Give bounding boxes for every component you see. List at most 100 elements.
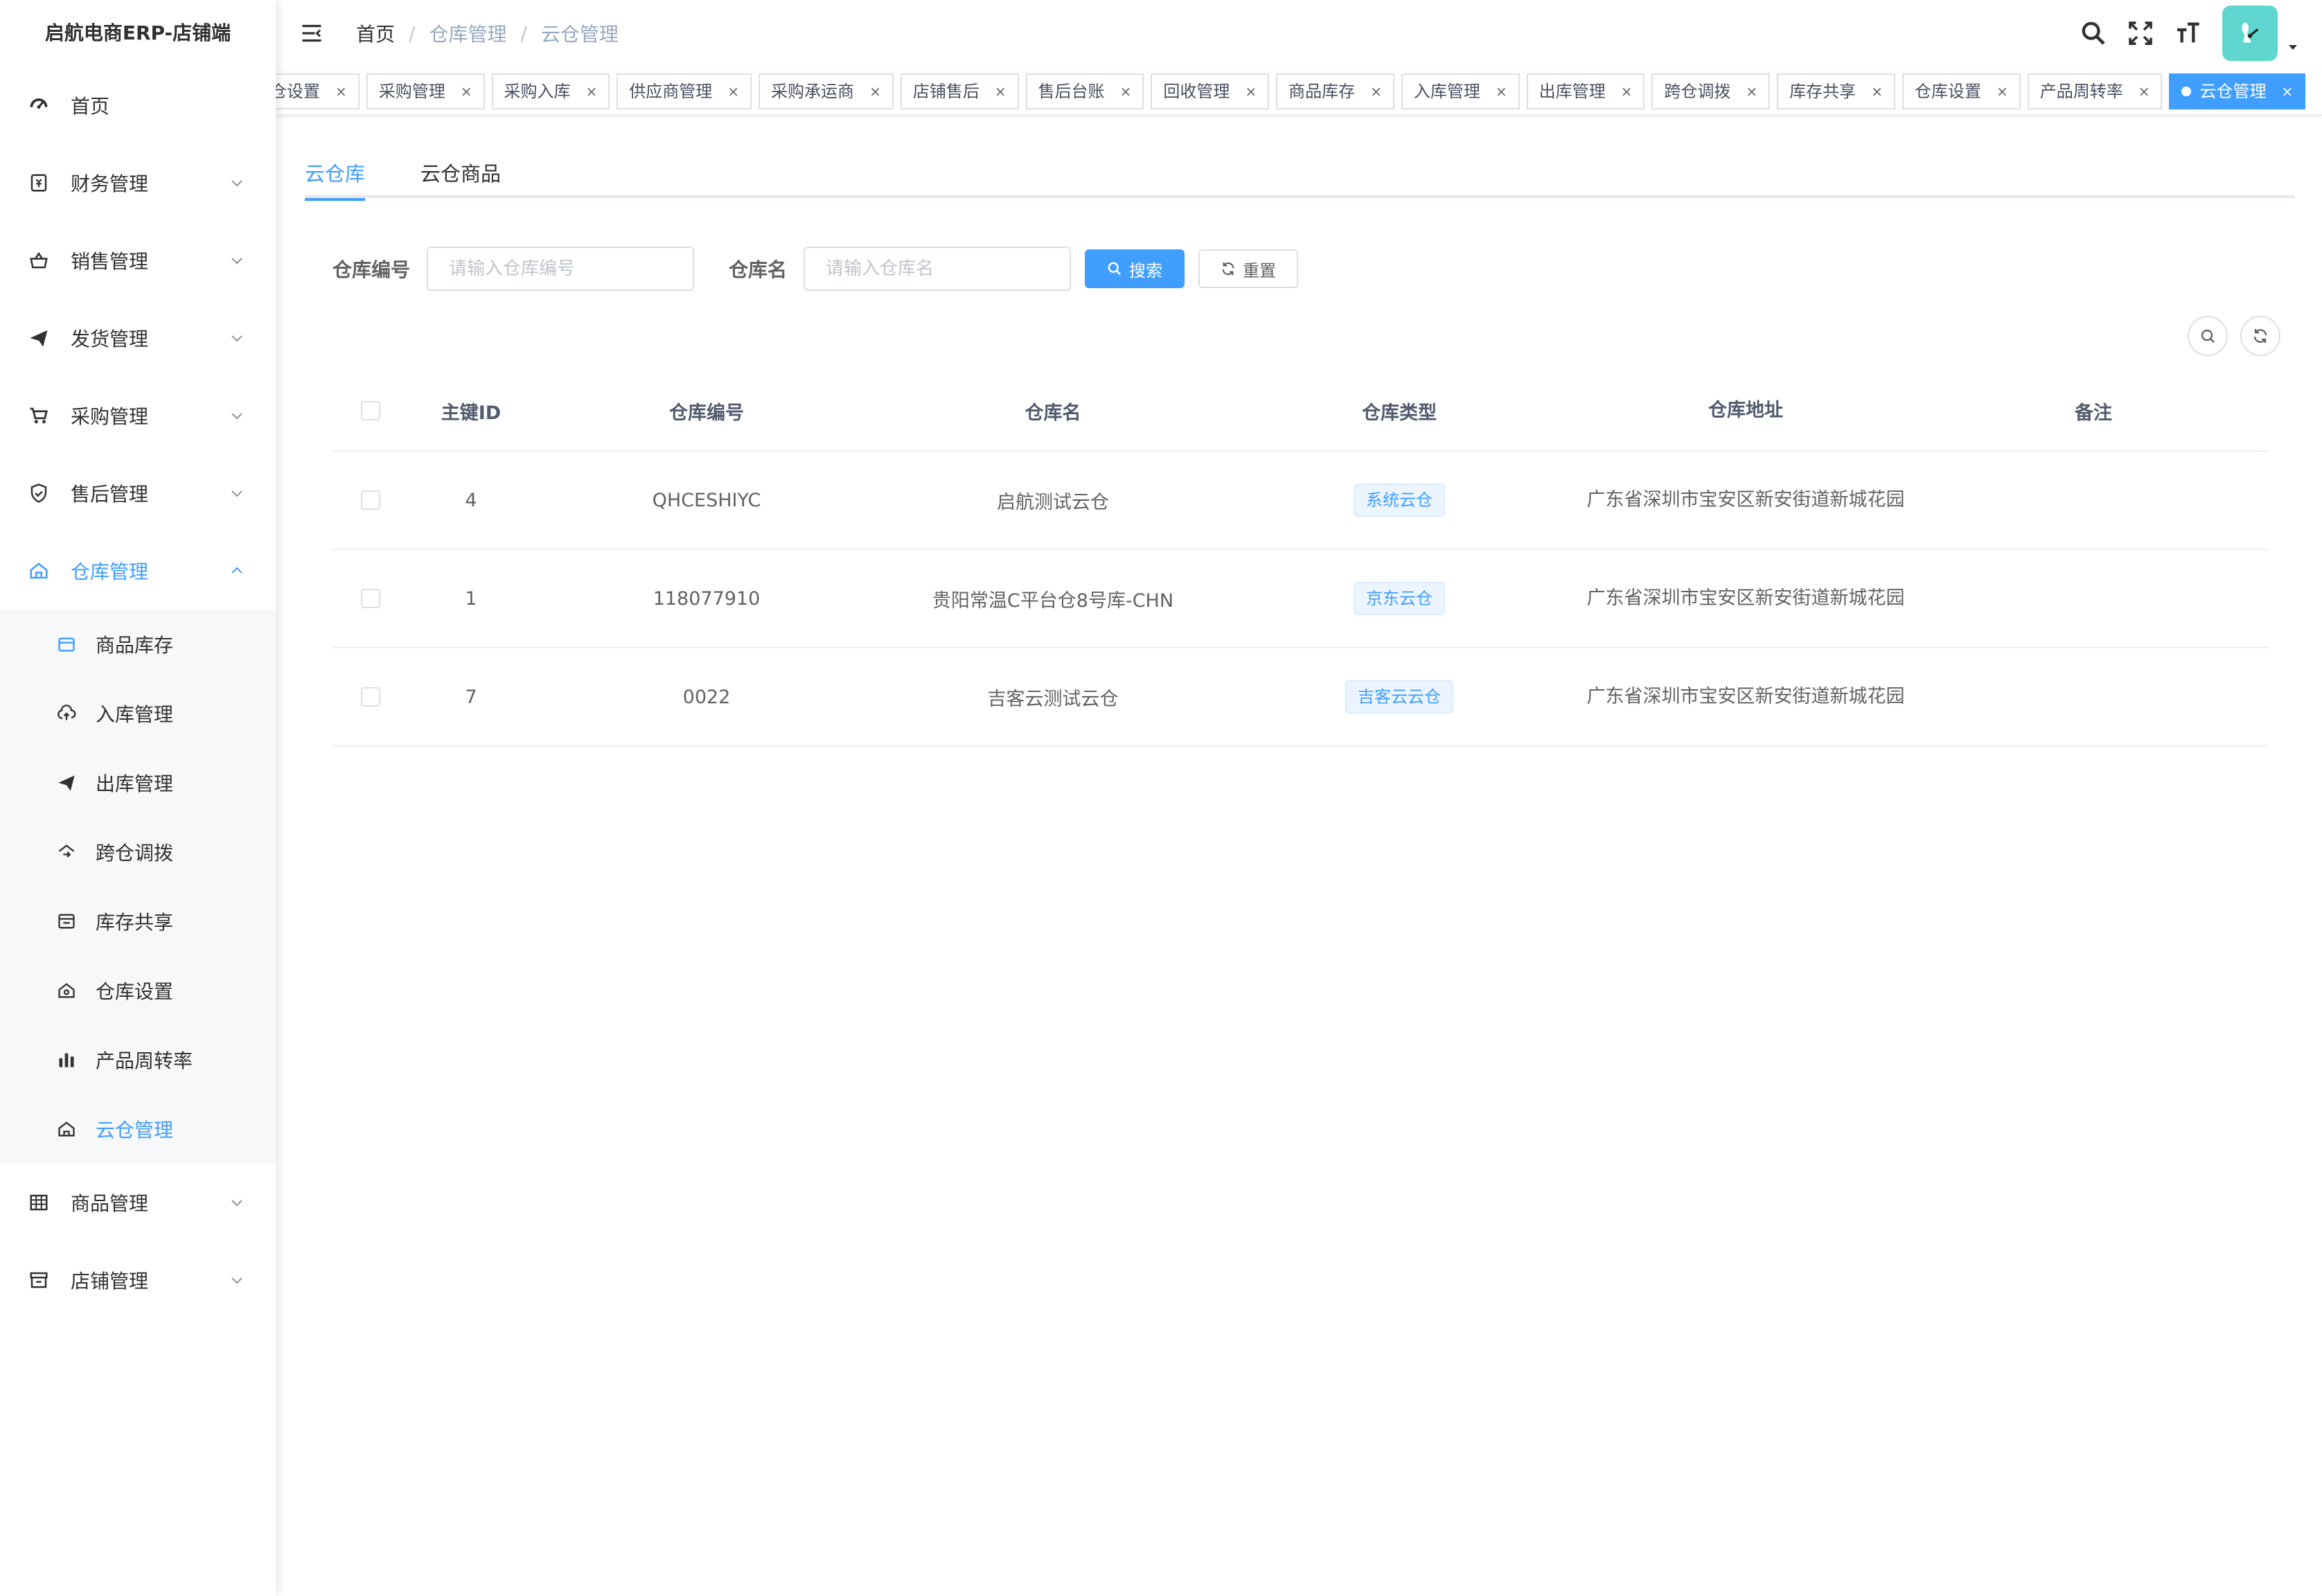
sidebar-item-inventory[interactable]: 商品库存 (0, 610, 276, 679)
tag-item[interactable]: 入库管理 × (1401, 73, 1520, 109)
tag-item[interactable]: 采购管理 × (366, 73, 485, 109)
tag-item[interactable]: 仓库设置 × (1902, 73, 2021, 109)
close-icon[interactable]: × (1746, 74, 1757, 109)
sidebar-item-cloud-warehouse[interactable]: 云仓管理 (0, 1094, 276, 1164)
cell-address: 广东省深圳市宝安区新安街道新城花园 (1586, 686, 1905, 707)
row-checkbox[interactable] (361, 687, 380, 707)
close-icon[interactable]: × (586, 74, 598, 109)
column-header: 仓库类型 (1362, 402, 1437, 424)
tag-label: 跨仓调拨 (1664, 82, 1731, 101)
table-row[interactable]: 7 0022 吉客云测试云仓 吉客云云仓 广东省深圳市宝安区新安街道新城花园 (333, 648, 2268, 747)
font-size-icon[interactable] (2172, 18, 2203, 48)
cell-address: 广东省深圳市宝安区新安街道新城花园 (1586, 489, 1905, 511)
tag-item[interactable]: 采购入库 × (491, 73, 610, 109)
sidebar-item-store[interactable]: 店铺管理 (0, 1241, 276, 1319)
tag-item[interactable]: 采购承运商 × (759, 73, 894, 109)
store-icon (28, 1269, 50, 1291)
toggle-search-button[interactable] (2188, 316, 2228, 356)
tag-label: 采购管理 (378, 82, 445, 101)
tag-label: 售后台账 (1038, 82, 1105, 101)
row-checkbox[interactable] (361, 490, 380, 510)
column-header: 备注 (2075, 402, 2112, 424)
tag-item[interactable]: 跨仓调拨 × (1651, 73, 1771, 109)
sidebar-item-outbound[interactable]: 出库管理 (0, 748, 276, 817)
tab-cloud-products[interactable]: 云仓商品 (420, 150, 501, 198)
table-header: 主键ID 仓库编号 仓库名 仓库类型 仓库地址 备注 (333, 371, 2268, 452)
sidebar-item-inbound[interactable]: 入库管理 (0, 679, 276, 748)
sidebar-item-label: 云仓管理 (96, 1119, 174, 1142)
close-icon[interactable]: × (995, 74, 1007, 109)
close-icon[interactable]: × (1496, 74, 1507, 109)
tag-item[interactable]: 仓设置 × (276, 73, 360, 109)
row-select-cell (333, 589, 409, 608)
refresh-icon (2253, 329, 2267, 343)
select-all-checkbox[interactable] (361, 401, 380, 420)
close-icon[interactable]: × (2281, 74, 2293, 109)
close-icon[interactable]: × (335, 74, 347, 109)
sidebar-item-purchase[interactable]: 采购管理 (0, 377, 276, 454)
close-icon[interactable]: × (1120, 74, 1132, 109)
sidebar-item-label: 入库管理 (96, 703, 174, 726)
tag-item[interactable]: 供应商管理 × (617, 73, 752, 109)
sidebar-item-label: 跨仓调拨 (96, 842, 174, 864)
sidebar-item-stock-share[interactable]: 库存共享 (0, 887, 276, 956)
fullscreen-icon[interactable] (2125, 18, 2156, 48)
tags-view-list: 仓设置×采购管理×采购入库×供应商管理×采购承运商×店铺售后×售后台账×回收管理… (276, 73, 2312, 109)
tag-label: 回收管理 (1163, 82, 1230, 101)
warehouse-name-input[interactable] (804, 247, 1072, 291)
tag-item[interactable]: 商品库存 × (1276, 73, 1394, 109)
tag-item[interactable]: 售后台账 × (1025, 73, 1144, 109)
sidebar-item-transfer[interactable]: 跨仓调拨 (0, 817, 276, 887)
cell-name: 启航测试云仓 (997, 491, 1109, 513)
column-header: 仓库编号 (669, 402, 744, 424)
sidebar-item-warehouse[interactable]: 仓库管理 (0, 532, 276, 610)
close-icon[interactable]: × (1370, 74, 1382, 109)
tab-cloud-warehouse[interactable]: 云仓库 (305, 150, 366, 201)
cell-id: 4 (465, 489, 477, 511)
sidebar-item-aftersales[interactable]: 售后管理 (0, 454, 276, 532)
row-checkbox[interactable] (361, 589, 380, 608)
close-icon[interactable]: × (461, 74, 472, 109)
sidebar-item-label: 仓库设置 (96, 980, 174, 1003)
column-header: 仓库地址 (1708, 400, 1783, 421)
tag-item[interactable]: 回收管理 × (1151, 73, 1270, 109)
close-icon[interactable]: × (1871, 74, 1883, 109)
avatar[interactable] (2222, 6, 2278, 61)
sidebar-item-shipping[interactable]: 发货管理 (0, 299, 276, 377)
close-icon[interactable]: × (869, 74, 881, 109)
tag-item[interactable]: 产品周转率 × (2027, 73, 2163, 109)
avatar-image-icon (2242, 22, 2259, 43)
close-icon[interactable]: × (1621, 74, 1633, 109)
sidebar-item-home[interactable]: 首页 (0, 66, 276, 144)
breadcrumb-home[interactable]: 首页 (356, 19, 395, 47)
search-icon[interactable] (2078, 18, 2109, 48)
sidebar-item-product[interactable]: 商品管理 (0, 1164, 276, 1241)
search-button[interactable]: 搜索 (1085, 249, 1185, 288)
table-row[interactable]: 1 118077910 贵阳常温C平台仓8号库-CHN 京东云仓 广东省深圳市宝… (333, 550, 2268, 648)
refresh-icon (1222, 262, 1234, 276)
top-navbar: 首页 / 仓库管理 / 云仓管理 (276, 0, 2322, 66)
tag-item[interactable]: 店铺售后 × (900, 73, 1019, 109)
caret-down-icon[interactable] (2285, 39, 2301, 55)
tag-item[interactable]: 出库管理 × (1526, 73, 1645, 109)
warehouse-code-input[interactable] (427, 247, 695, 291)
reset-button[interactable]: 重置 (1198, 249, 1299, 288)
table-row[interactable]: 4 QHCESHIYC 启航测试云仓 系统云仓 广东省深圳市宝安区新安街道新城花… (333, 452, 2268, 550)
sidebar-item-turnover[interactable]: 产品周转率 (0, 1025, 276, 1094)
sidebar-item-finance[interactable]: 财务管理 (0, 144, 276, 222)
close-icon[interactable]: × (1245, 74, 1257, 109)
warehouse-type-tag: 吉客云云仓 (1345, 680, 1453, 713)
close-icon[interactable]: × (727, 74, 739, 109)
app-logo-title: 启航电商ERP-店铺端 (44, 21, 231, 44)
sidebar-item-sales[interactable]: 销售管理 (0, 222, 276, 299)
close-icon[interactable]: × (2138, 74, 2150, 109)
cell-type: 系统云仓 (1226, 484, 1572, 517)
refresh-table-button[interactable] (2240, 316, 2280, 356)
search-form: 仓库编号 仓库名 搜索 重置 (333, 247, 1312, 291)
hamburger-icon[interactable] (299, 21, 324, 46)
sidebar-item-warehouse-settings[interactable]: 仓库设置 (0, 956, 276, 1025)
tag-item[interactable]: 云仓管理 × (2169, 73, 2306, 109)
close-icon[interactable]: × (1996, 74, 2008, 109)
tag-item[interactable]: 库存共享 × (1777, 73, 1895, 109)
tabs: 云仓库 云仓商品 (305, 150, 2294, 201)
